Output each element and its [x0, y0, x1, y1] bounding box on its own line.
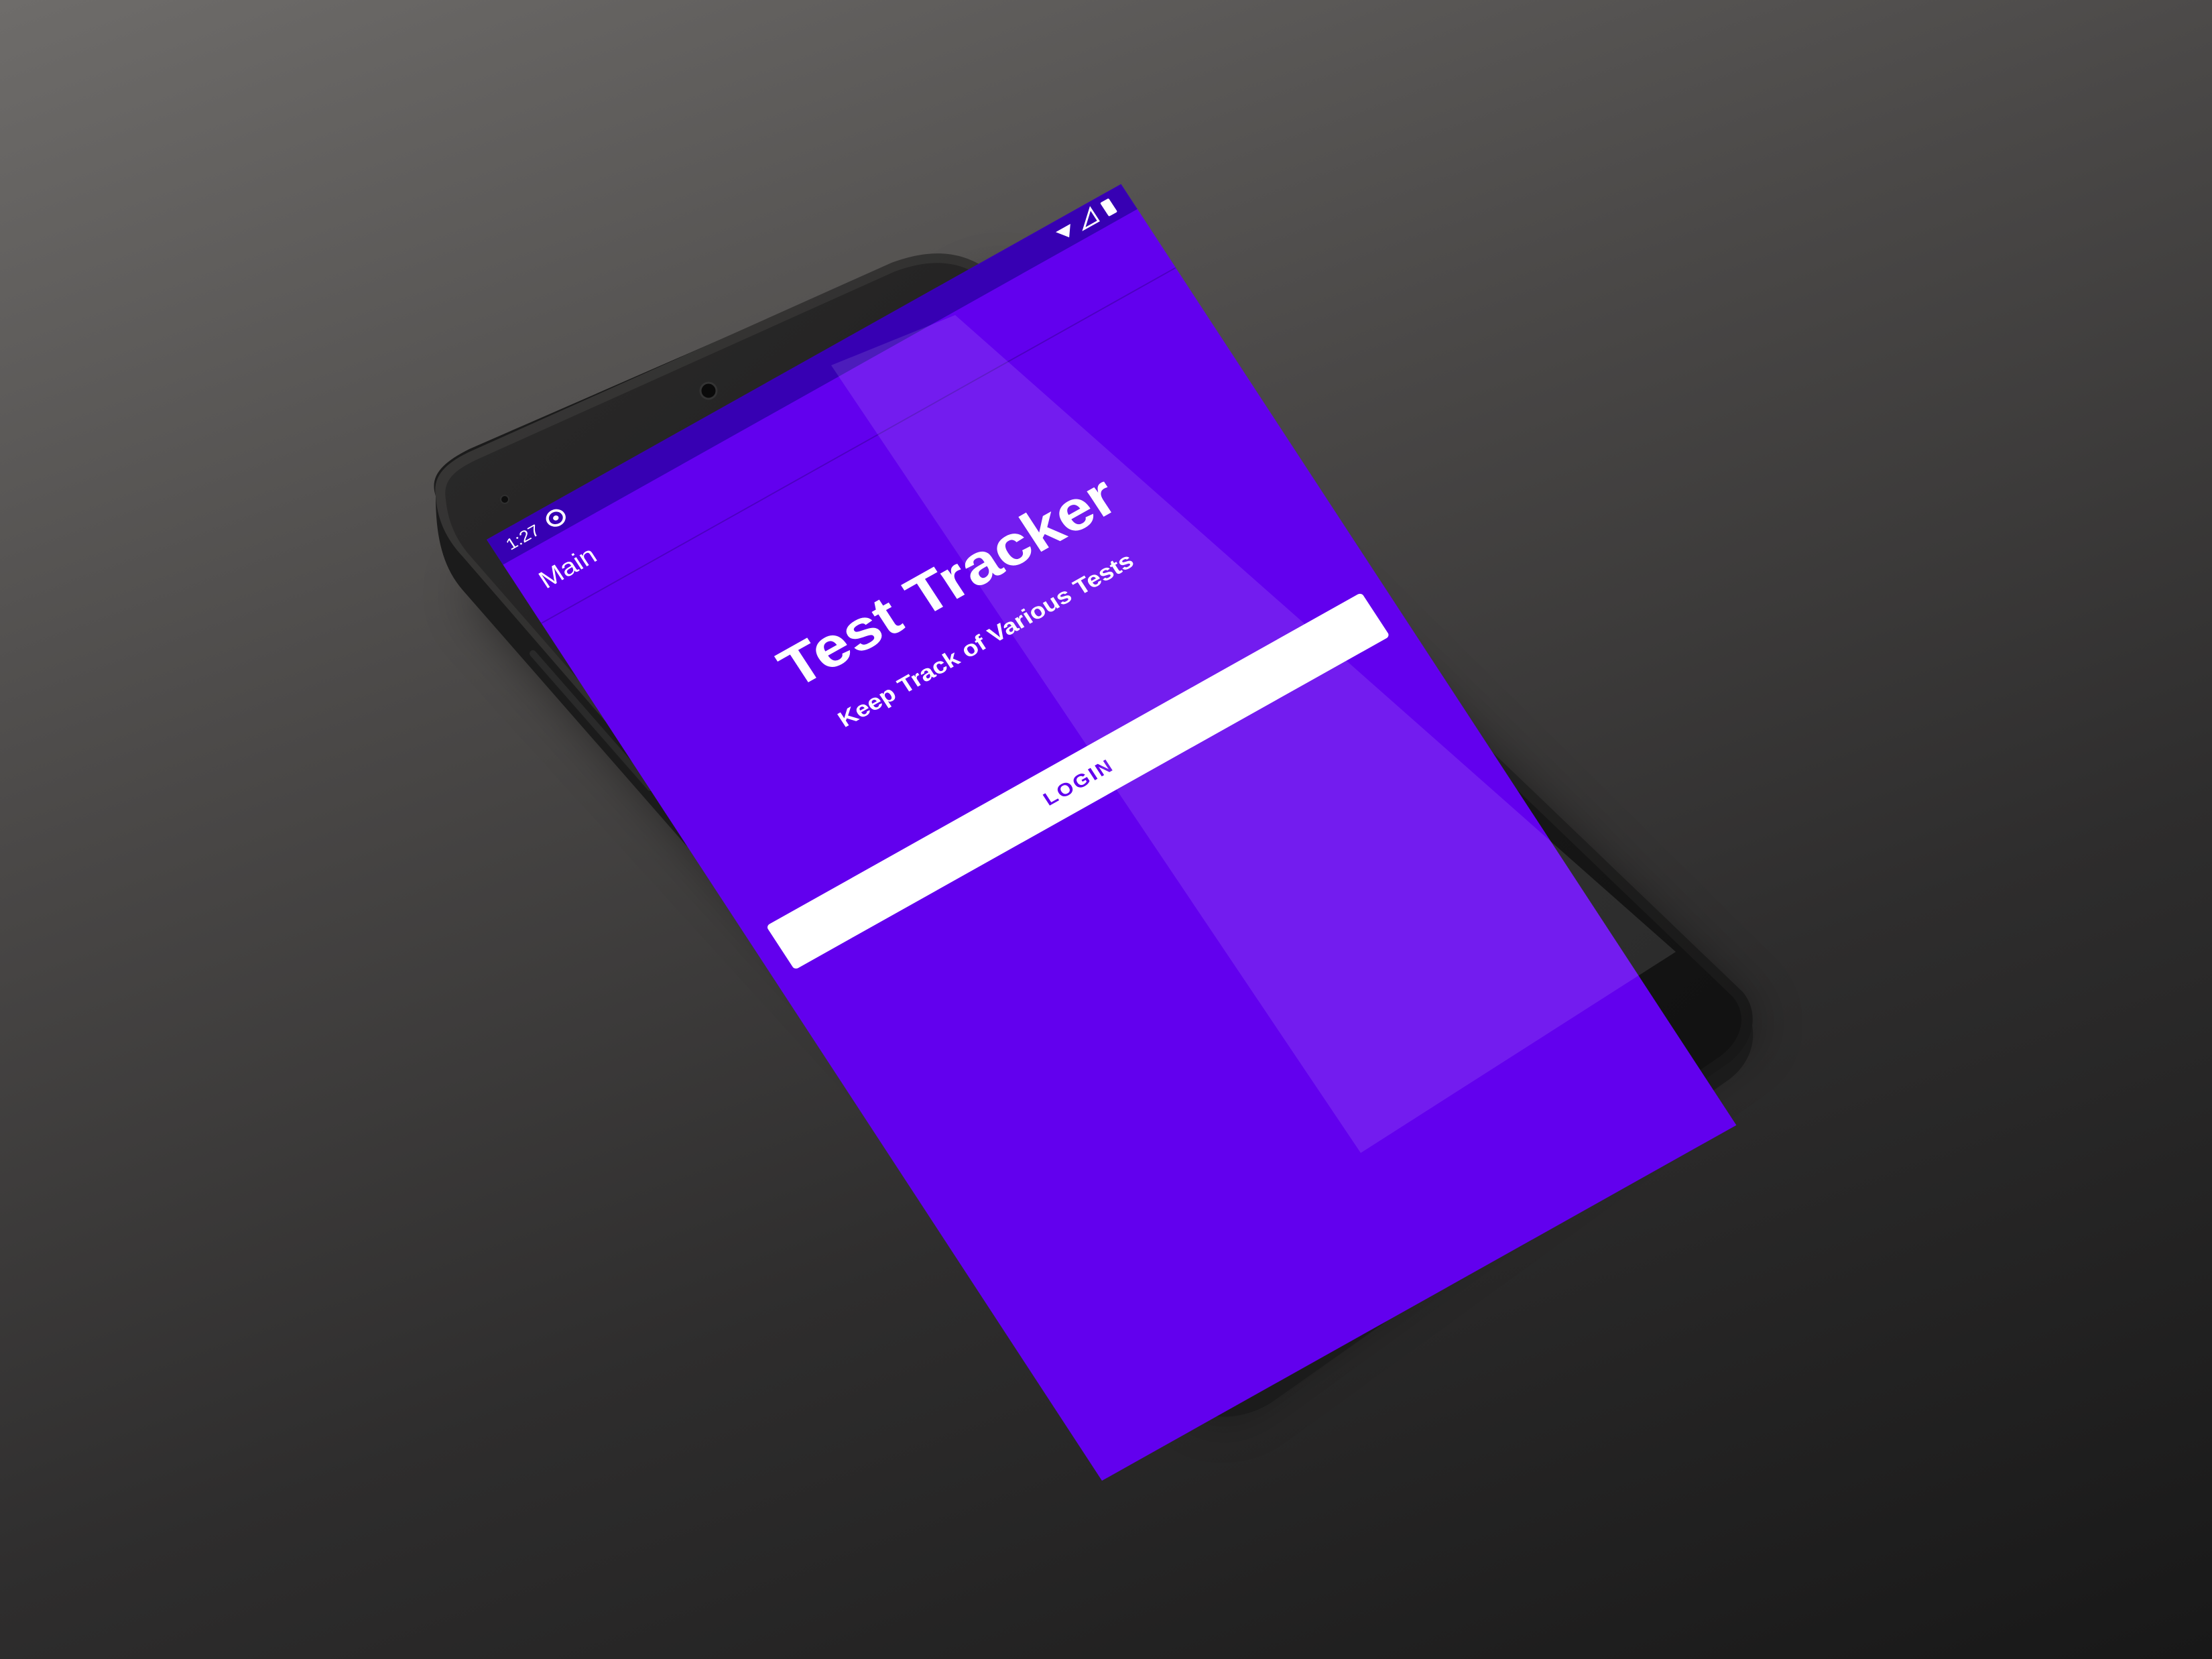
mockup-svg: 1:27 Main Test Tracker Keep Track of Var… [434, 184, 1756, 1481]
proximity-sensor [500, 495, 509, 504]
front-camera [699, 381, 718, 400]
mockup-scene: 1:27 Main Test Tracker Keep Track of Var… [0, 0, 2212, 1659]
